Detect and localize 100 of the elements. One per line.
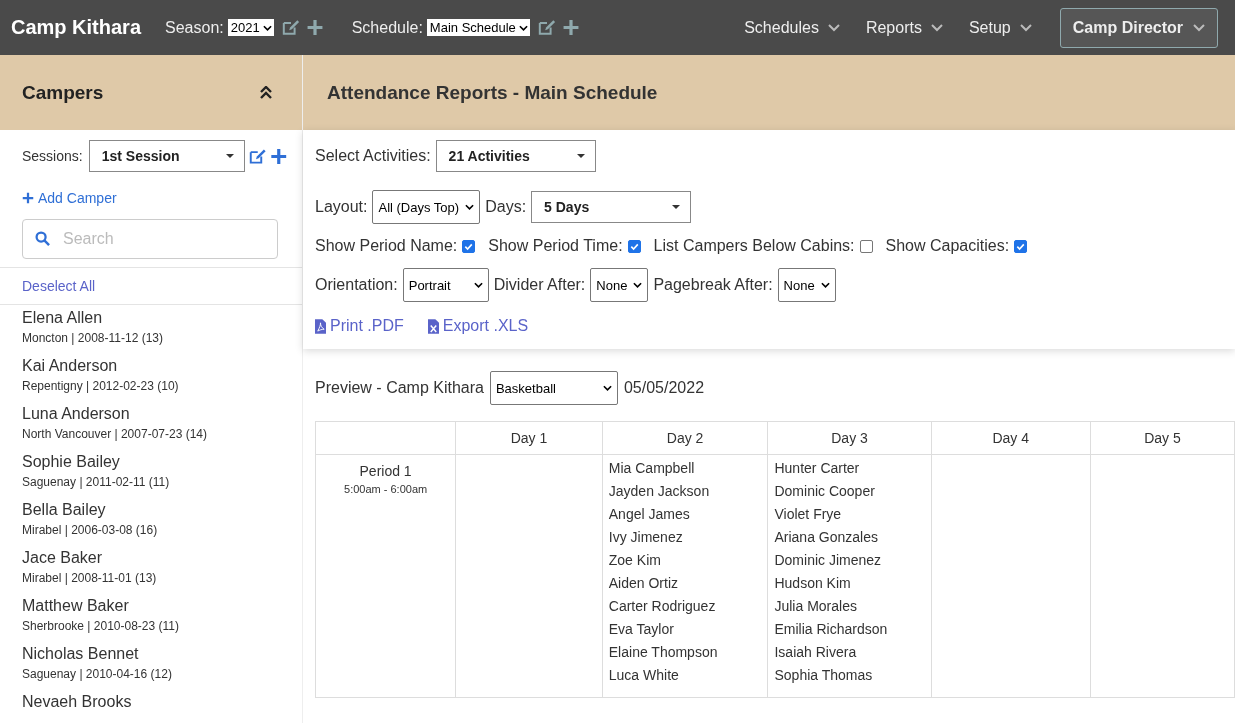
camper-name[interactable]: Nicholas Bennet: [22, 645, 139, 663]
days-select[interactable]: 5 Days: [531, 191, 692, 223]
checkbox[interactable]: [1014, 239, 1028, 253]
schedule-select[interactable]: Main Schedule: [426, 19, 530, 36]
camper-name[interactable]: Elena Allen: [22, 309, 103, 327]
camper-details: Repentigny | 2012-02-23 (10): [22, 379, 179, 393]
chevron-down-icon: [827, 23, 840, 32]
pdf-file-icon: [315, 318, 326, 334]
collapse-icon[interactable]: [260, 85, 272, 100]
nav-menu[interactable]: Setup: [968, 18, 1032, 37]
app-brand[interactable]: Camp Kithara: [11, 16, 142, 39]
camper-name: Luca White: [608, 666, 679, 685]
print-pdf-link[interactable]: Print .PDF: [315, 317, 404, 335]
camper-name[interactable]: Bella Bailey: [22, 501, 106, 519]
preview-date: 05/05/2022: [623, 379, 705, 397]
pagebreak-select[interactable]: None: [777, 268, 836, 302]
period-time: 5:00am - 6:00am: [344, 483, 428, 495]
column-header: Day 4: [931, 421, 1091, 455]
checkbox-label: Show Period Name:: [315, 237, 458, 255]
camper-name: Ivy Jimenez: [608, 528, 683, 547]
camper-details: Sherbrooke | 2010-08-23 (11): [22, 619, 179, 633]
camper-name: Jayden Jackson: [608, 482, 710, 501]
sessions-label: Sessions:: [22, 148, 83, 164]
page-title: Attendance Reports - Main Schedule: [327, 81, 658, 104]
activities-label: Select Activities:: [315, 147, 431, 165]
chevron-down-icon: [1019, 23, 1032, 32]
season-label: Season:: [165, 18, 224, 37]
edit-icon[interactable]: [281, 19, 300, 36]
activity-select[interactable]: Basketball: [489, 371, 618, 405]
deselect-all-link[interactable]: Deselect All: [22, 278, 96, 294]
camper-name: Violet Frye: [774, 505, 842, 524]
camper-details: North Vancouver | 2007-07-23 (14): [22, 427, 207, 441]
edit-icon[interactable]: [537, 19, 556, 36]
caret-icon: [576, 154, 585, 158]
camper-name[interactable]: Matthew Baker: [22, 597, 129, 615]
camper-name[interactable]: Jace Baker: [22, 549, 103, 567]
chevron-down-icon: [1193, 23, 1205, 32]
add-icon[interactable]: [305, 19, 324, 36]
checkbox-label: Show Capacities:: [885, 237, 1010, 255]
checkbox-label: List Campers Below Cabins:: [653, 237, 855, 255]
camper-name: Aiden Ortiz: [608, 574, 679, 593]
checkbox[interactable]: [462, 239, 476, 253]
camper-name: Dominic Jimenez: [774, 551, 882, 570]
column-header: Day 3: [767, 421, 932, 455]
camper-name: Hunter Carter: [774, 459, 860, 478]
camper-name[interactable]: Nevaeh Brooks: [22, 693, 132, 711]
plus-icon: [22, 192, 34, 204]
camper-name: Zoe Kim: [608, 551, 661, 570]
activities-select[interactable]: 21 Activities: [435, 140, 596, 172]
nav-menu[interactable]: Schedules: [744, 18, 840, 37]
checkbox[interactable]: [627, 239, 641, 253]
add-camper-link[interactable]: Add Camper: [22, 190, 117, 206]
divider-label: Divider After:: [493, 276, 586, 294]
layout-select[interactable]: All (Days Top): [372, 190, 481, 224]
column-header: Day 5: [1090, 421, 1235, 455]
pagebreak-label: Pagebreak After:: [653, 276, 773, 294]
nav-menu[interactable]: Reports: [865, 18, 943, 37]
camper-details: Mirabel | 2006-03-08 (16): [22, 523, 158, 537]
schedule-label: Schedule:: [351, 18, 423, 37]
sidebar-title: Campers: [22, 81, 104, 104]
edit-icon[interactable]: [249, 147, 267, 165]
add-icon[interactable]: [270, 147, 288, 165]
camper-details: Saguenay | 2011-02-11 (11): [22, 475, 170, 489]
camper-name[interactable]: Kai Anderson: [22, 357, 118, 375]
camper-name: Eva Taylor: [608, 620, 674, 639]
camper-name: Dominic Cooper: [774, 482, 875, 501]
camper-name: Julia Morales: [774, 597, 857, 616]
camper-name[interactable]: Sophie Bailey: [22, 453, 120, 471]
caret-icon: [672, 205, 681, 209]
days-label: Days:: [485, 198, 527, 216]
camper-name: Emilia Richardson: [774, 620, 888, 639]
search-field[interactable]: Search: [22, 219, 278, 259]
column-header: Day 1: [455, 421, 603, 455]
checkbox[interactable]: [859, 239, 873, 253]
checkbox-label: Show Period Time:: [488, 237, 623, 255]
spreadsheet-file-icon: [427, 318, 439, 334]
search-icon: [35, 231, 50, 246]
export-xls-link[interactable]: Export .XLS: [427, 317, 529, 335]
sessions-select[interactable]: 1st Session: [88, 140, 245, 172]
column-header: Day 2: [602, 421, 768, 455]
orientation-select[interactable]: Portrait: [402, 268, 489, 302]
orientation-label: Orientation:: [315, 276, 398, 294]
divider-select[interactable]: None: [590, 268, 649, 302]
camper-name[interactable]: Luna Anderson: [22, 405, 130, 423]
camper-name: Elaine Thompson: [608, 643, 718, 662]
camper-name: Isaiah Rivera: [774, 643, 857, 662]
camper-details: Moncton | 2008-11-12 (13): [22, 331, 163, 345]
camper-name: Sophia Thomas: [774, 666, 873, 685]
camper-name: Angel James: [608, 505, 690, 524]
add-icon[interactable]: [561, 19, 580, 36]
camper-details: Mirabel | 2008-11-01 (13): [22, 571, 157, 585]
camper-details: Saguenay | 2010-04-16 (12): [22, 667, 172, 681]
chevron-down-icon: [930, 23, 943, 32]
camper-name: Mia Campbell: [608, 459, 695, 478]
camper-name: Carter Rodriguez: [608, 597, 716, 616]
preview-title: Preview - Camp Kithara: [315, 379, 484, 397]
caret-icon: [226, 154, 234, 158]
user-menu-button[interactable]: Camp Director: [1059, 7, 1218, 48]
period-name: Period 1: [359, 463, 412, 479]
season-select[interactable]: 2021: [227, 19, 274, 36]
